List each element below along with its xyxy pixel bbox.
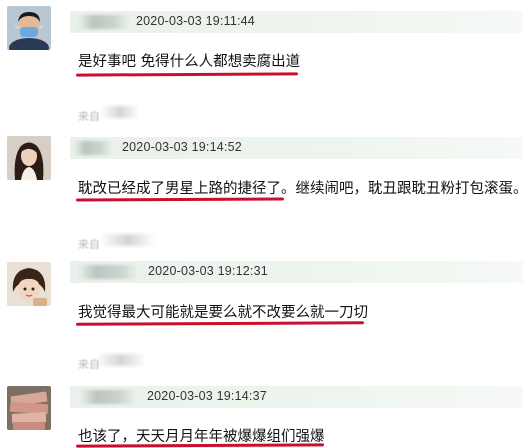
- comment-source: 来自: [78, 236, 100, 252]
- comment-meta-bar: 2020-03-03 19:11:44: [70, 11, 523, 33]
- comment-meta-bar: 2020-03-03 19:12:31: [70, 261, 523, 283]
- blurred-username: [78, 15, 130, 29]
- comment-meta-bar: 2020-03-03 19:14:37: [70, 386, 523, 408]
- blurred-source: [100, 234, 155, 246]
- comment-text: 是好事吧 免得什么人都想卖腐出道: [78, 54, 301, 70]
- avatar-child-icon: [7, 262, 51, 306]
- blurred-source: [96, 354, 146, 366]
- avatar-woman-long-hair-icon: [7, 136, 51, 180]
- blurred-source: [100, 106, 140, 118]
- comment-meta-bar: 2020-03-03 19:14:52: [70, 137, 523, 159]
- comment-timestamp: 2020-03-03 19:11:44: [136, 14, 255, 28]
- blurred-username: [80, 390, 136, 404]
- comment-underline: [75, 321, 365, 326]
- avatar[interactable]: [7, 6, 51, 50]
- avatar[interactable]: [7, 136, 51, 180]
- avatar-banknotes-icon: [7, 386, 51, 430]
- source-label: 来自: [78, 238, 100, 251]
- comment-timestamp: 2020-03-03 19:14:37: [147, 389, 267, 403]
- comment-text: 我觉得最大可能就是要么就不改要么就一刀切: [78, 305, 368, 321]
- avatar[interactable]: [7, 262, 51, 306]
- source-label: 来自: [78, 110, 100, 123]
- comment-text: 耽改已经成了男星上路的捷径了。继续闹吧，耽丑跟耽丑粉打包滚蛋。: [78, 181, 523, 197]
- comment-timestamp: 2020-03-03 19:12:31: [148, 264, 268, 278]
- comment-underline: [75, 197, 285, 202]
- avatar[interactable]: [7, 386, 51, 430]
- comment-timestamp: 2020-03-03 19:14:52: [122, 140, 242, 154]
- blurred-username: [78, 265, 138, 279]
- blurred-username: [74, 141, 112, 155]
- comment-underline: [75, 443, 325, 448]
- comment-underline: [75, 72, 299, 77]
- comment-source: 来自: [78, 108, 100, 124]
- avatar-masked-man-icon: [7, 6, 51, 50]
